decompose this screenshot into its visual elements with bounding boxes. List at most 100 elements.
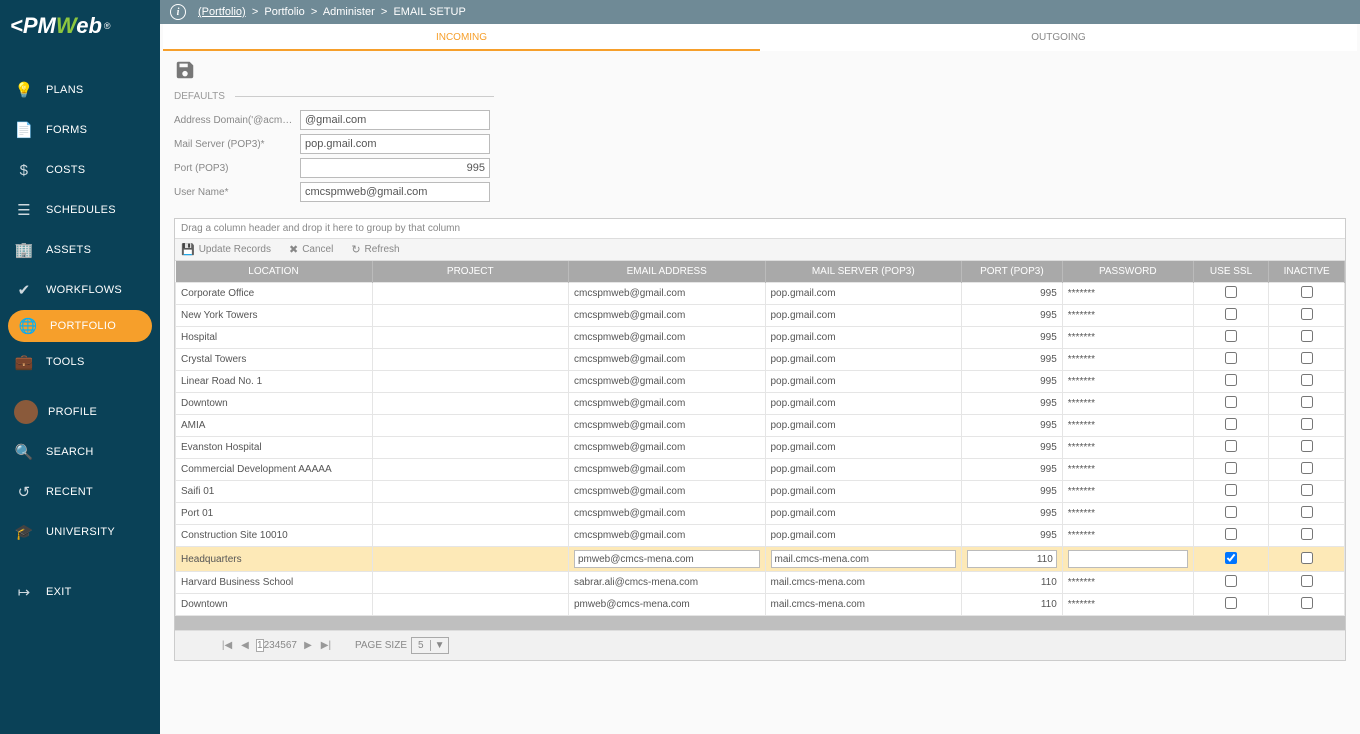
user-input[interactable] xyxy=(300,182,490,202)
cell-port[interactable]: 995 xyxy=(962,349,1063,371)
table-row[interactable]: Saifi 01 cmcspmweb@gmail.compop.gmail.com… xyxy=(176,481,1345,503)
cell-project[interactable] xyxy=(372,459,569,481)
server-input[interactable] xyxy=(300,134,490,154)
col-project[interactable]: PROJECT xyxy=(372,261,569,283)
cell-ssl[interactable] xyxy=(1193,572,1269,594)
cell-inactive[interactable] xyxy=(1269,393,1345,415)
cell-inactive[interactable] xyxy=(1269,305,1345,327)
cell-project[interactable] xyxy=(372,349,569,371)
cell-project[interactable] xyxy=(372,305,569,327)
col-inactive[interactable]: INACTIVE xyxy=(1269,261,1345,283)
table-row[interactable]: Commercial Development AAAAAcmcspmweb@gm… xyxy=(176,459,1345,481)
ssl-checkbox[interactable] xyxy=(1225,462,1237,474)
ssl-checkbox[interactable] xyxy=(1225,528,1237,540)
pager-page-1[interactable]: 1 xyxy=(256,639,264,652)
cell-password[interactable]: ******* xyxy=(1062,594,1193,616)
cell-location[interactable]: Corporate Office xyxy=(176,283,373,305)
cell-location[interactable]: Saifi 01 xyxy=(176,481,373,503)
crumb-root[interactable]: (Portfolio) xyxy=(198,6,246,18)
cell-ssl[interactable] xyxy=(1193,283,1269,305)
inactive-checkbox[interactable] xyxy=(1301,552,1313,564)
cell-server[interactable]: pop.gmail.com xyxy=(765,481,962,503)
cell-inactive[interactable] xyxy=(1269,415,1345,437)
cell-location[interactable]: AMIA xyxy=(176,415,373,437)
pager-last[interactable]: ▶| xyxy=(319,640,333,651)
table-row[interactable]: Linear Road No. 1cmcspmweb@gmail.compop.… xyxy=(176,371,1345,393)
ssl-checkbox[interactable] xyxy=(1225,418,1237,430)
table-row[interactable]: Construction Site 10010cmcspmweb@gmail.c… xyxy=(176,525,1345,547)
cell-port[interactable]: 995 xyxy=(962,415,1063,437)
table-row[interactable]: Downtowncmcspmweb@gmail.compop.gmail.com… xyxy=(176,393,1345,415)
cell-password[interactable]: ******* xyxy=(1062,371,1193,393)
cell-port[interactable]: 995 xyxy=(962,525,1063,547)
cancel-button[interactable]: ✖Cancel xyxy=(289,243,333,256)
cell-project[interactable] xyxy=(372,572,569,594)
cell-server[interactable] xyxy=(765,547,962,572)
nav-costs[interactable]: $COSTS xyxy=(0,150,160,190)
cell-server[interactable]: pop.gmail.com xyxy=(765,503,962,525)
cell-project[interactable] xyxy=(372,547,569,572)
cell-password[interactable]: ******* xyxy=(1062,525,1193,547)
cell-inactive[interactable] xyxy=(1269,371,1345,393)
cell-email[interactable]: cmcspmweb@gmail.com xyxy=(569,283,766,305)
cell-server[interactable]: pop.gmail.com xyxy=(765,283,962,305)
ssl-checkbox[interactable] xyxy=(1225,352,1237,364)
cell-server[interactable]: pop.gmail.com xyxy=(765,525,962,547)
inactive-checkbox[interactable] xyxy=(1301,352,1313,364)
cell-inactive[interactable] xyxy=(1269,327,1345,349)
cell-port[interactable]: 995 xyxy=(962,459,1063,481)
ssl-checkbox[interactable] xyxy=(1225,506,1237,518)
cell-email[interactable]: cmcspmweb@gmail.com xyxy=(569,415,766,437)
horizontal-scrollbar[interactable] xyxy=(175,616,1345,630)
table-row[interactable]: AMIAcmcspmweb@gmail.compop.gmail.com995*… xyxy=(176,415,1345,437)
nav-tools[interactable]: 💼TOOLS xyxy=(0,342,160,382)
table-row[interactable]: New York Towerscmcspmweb@gmail.compop.gm… xyxy=(176,305,1345,327)
cell-port[interactable]: 995 xyxy=(962,437,1063,459)
cell-inactive[interactable] xyxy=(1269,572,1345,594)
cell-email[interactable]: cmcspmweb@gmail.com xyxy=(569,437,766,459)
cell-ssl[interactable] xyxy=(1193,503,1269,525)
cell-location[interactable]: Evanston Hospital xyxy=(176,437,373,459)
nav-portfolio[interactable]: 🌐PORTFOLIO xyxy=(8,310,152,342)
table-row[interactable]: Evanston Hospitalcmcspmweb@gmail.compop.… xyxy=(176,437,1345,459)
cell-password[interactable]: ******* xyxy=(1062,327,1193,349)
cell-server[interactable]: pop.gmail.com xyxy=(765,459,962,481)
nav-search[interactable]: 🔍SEARCH xyxy=(0,432,160,472)
ssl-checkbox[interactable] xyxy=(1225,308,1237,320)
tab-incoming[interactable]: INCOMING xyxy=(163,25,760,50)
inactive-checkbox[interactable] xyxy=(1301,396,1313,408)
cell-password[interactable]: ******* xyxy=(1062,503,1193,525)
nav-forms[interactable]: 📄FORMS xyxy=(0,110,160,150)
col-server[interactable]: MAIL SERVER (POP3) xyxy=(765,261,962,283)
inactive-checkbox[interactable] xyxy=(1301,528,1313,540)
cell-password[interactable]: ******* xyxy=(1062,481,1193,503)
pager-first[interactable]: |◀ xyxy=(220,640,234,651)
col-email[interactable]: EMAIL ADDRESS xyxy=(569,261,766,283)
addr-input[interactable] xyxy=(300,110,490,130)
cell-ssl[interactable] xyxy=(1193,349,1269,371)
table-row[interactable]: Port 01cmcspmweb@gmail.compop.gmail.com9… xyxy=(176,503,1345,525)
save-button[interactable] xyxy=(174,59,196,81)
cell-password[interactable]: ******* xyxy=(1062,349,1193,371)
cell-project[interactable] xyxy=(372,283,569,305)
cell-email[interactable]: cmcspmweb@gmail.com xyxy=(569,393,766,415)
cell-ssl[interactable] xyxy=(1193,371,1269,393)
cell-email[interactable]: cmcspmweb@gmail.com xyxy=(569,327,766,349)
cell-project[interactable] xyxy=(372,437,569,459)
cell-email[interactable]: cmcspmweb@gmail.com xyxy=(569,481,766,503)
table-row[interactable]: Harvard Business Schoolsabrar.ali@cmcs-m… xyxy=(176,572,1345,594)
inactive-checkbox[interactable] xyxy=(1301,308,1313,320)
nav-exit[interactable]: ↦EXIT xyxy=(0,572,160,612)
ssl-checkbox[interactable] xyxy=(1225,484,1237,496)
cell-email[interactable]: sabrar.ali@cmcs-mena.com xyxy=(569,572,766,594)
nav-recent[interactable]: ↺RECENT xyxy=(0,472,160,512)
cell-password[interactable]: ******* xyxy=(1062,393,1193,415)
cell-location[interactable]: Construction Site 10010 xyxy=(176,525,373,547)
cell-project[interactable] xyxy=(372,371,569,393)
cell-port[interactable]: 995 xyxy=(962,327,1063,349)
inactive-checkbox[interactable] xyxy=(1301,484,1313,496)
nav-workflows[interactable]: ✔WORKFLOWS xyxy=(0,270,160,310)
cell-email[interactable]: cmcspmweb@gmail.com xyxy=(569,371,766,393)
cell-port[interactable]: 995 xyxy=(962,305,1063,327)
cell-port[interactable]: 995 xyxy=(962,503,1063,525)
